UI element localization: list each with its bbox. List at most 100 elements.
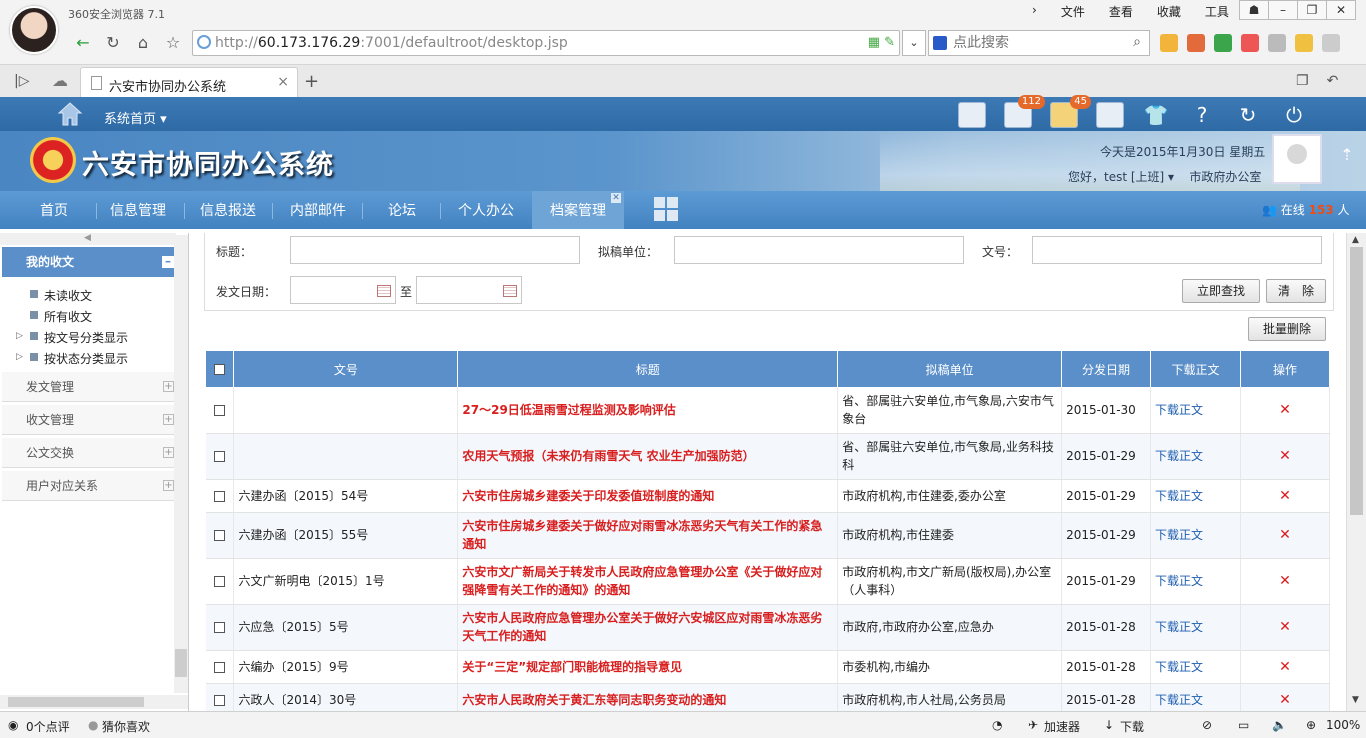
expand-arrow-icon[interactable]: ▷: [16, 331, 23, 341]
nav-personal-office[interactable]: 个人办公: [446, 191, 526, 229]
nav-info-report[interactable]: 信息报送: [190, 191, 266, 229]
menu-view[interactable]: 查看: [1097, 3, 1145, 20]
col-date[interactable]: 分发日期: [1061, 351, 1152, 387]
tab-active[interactable]: 六安市协同办公系统 ×: [80, 67, 298, 98]
row-checkbox[interactable]: [206, 604, 235, 651]
gift-icon[interactable]: [1187, 34, 1205, 52]
sidebar-group-incoming[interactable]: 收文管理 +: [2, 405, 176, 435]
sidebar-item-by-docno[interactable]: 按文号分类显示: [29, 329, 128, 346]
nav-info-management[interactable]: 信息管理: [100, 191, 176, 229]
delete-icon[interactable]: ✕: [1240, 433, 1330, 480]
status-accelerator[interactable]: 加速器: [1044, 718, 1080, 735]
menu-favorites[interactable]: 收藏: [1145, 3, 1193, 20]
expand-icon[interactable]: +: [163, 381, 174, 392]
sidebar-item-by-status[interactable]: 按状态分类显示: [29, 350, 128, 367]
sidebar-hscrollbar[interactable]: [0, 695, 188, 709]
col-unit[interactable]: 拟稿单位: [837, 351, 1063, 387]
delete-icon[interactable]: ✕: [1240, 387, 1330, 434]
shirt-icon[interactable]: 👕: [1142, 102, 1170, 128]
sidebar-toggle-icon[interactable]: |▷: [14, 73, 29, 89]
download-link[interactable]: 下载正文: [1150, 479, 1241, 513]
scroll-up-icon[interactable]: ▲: [1352, 235, 1359, 245]
row-checkbox[interactable]: [206, 650, 235, 684]
delete-icon[interactable]: ✕: [1240, 604, 1330, 651]
sidebar-item-all[interactable]: 所有收文: [29, 308, 92, 325]
home-icon[interactable]: ⌂: [130, 32, 156, 54]
search-engine-icon[interactable]: [933, 36, 947, 50]
expand-icon[interactable]: +: [163, 480, 174, 491]
cell-title-link[interactable]: 六安市住房城乡建委关于做好应对雨雪冰冻恶劣天气有关工作的紧急通知: [457, 512, 839, 559]
window-icon[interactable]: ▭: [1238, 718, 1249, 732]
main-scrollbar[interactable]: ▲ ▼: [1346, 233, 1366, 711]
delete-icon[interactable]: ✕: [1240, 558, 1330, 605]
menu-tools[interactable]: 工具: [1193, 3, 1241, 20]
table-row[interactable]: 六文广新明电〔2015〕1号 六安市文广新局关于转发市人民政府应急管理办公室《关…: [206, 558, 1330, 605]
table-row[interactable]: 六应急〔2015〕5号 六安市人民政府应急管理办公室关于做好六安城区应对雨雪冰冻…: [206, 604, 1330, 651]
sidebar-section-my-inbox[interactable]: 我的收文 –: [2, 247, 176, 277]
url-input[interactable]: http://60.173.176.29:7001/defaultroot/de…: [192, 30, 900, 56]
sidebar-item-unread[interactable]: 未读收文: [29, 287, 92, 304]
zoom-icon[interactable]: ⊕: [1306, 718, 1316, 732]
clean-icon[interactable]: ⊘: [1202, 718, 1212, 732]
cell-title-link[interactable]: 27～29日低温雨雪过程监测及影响评估: [457, 387, 839, 434]
cell-title-link[interactable]: 六安市人民政府应急管理办公室关于做好六安城区应对雨雪冰冻恶劣天气工作的通知: [457, 604, 839, 651]
system-home-menu[interactable]: 系统首页 ▾: [104, 108, 167, 127]
minimize-button[interactable]: –: [1268, 0, 1298, 20]
tab-list-icon[interactable]: ❐: [1296, 73, 1309, 89]
apps-grid-icon[interactable]: [654, 197, 678, 221]
cell-title-link[interactable]: 六安市文广新局关于转发市人民政府应急管理办公室《关于做好应对强降雪有关工作的通知…: [457, 558, 839, 605]
select-all-checkbox[interactable]: [206, 351, 235, 387]
user-avatar[interactable]: [10, 6, 58, 54]
folder-icon[interactable]: [1295, 34, 1313, 52]
delete-icon[interactable]: ✕: [1240, 512, 1330, 559]
back-arrow-icon[interactable]: ←: [70, 32, 96, 54]
status-comments[interactable]: 0个点评: [26, 718, 70, 735]
comment-icon[interactable]: ◉: [8, 718, 18, 732]
cell-title-link[interactable]: 六安市住房城乡建委关于印发委值班制度的通知: [457, 479, 839, 513]
status-download[interactable]: 下载: [1120, 718, 1144, 735]
cell-title-link[interactable]: 农用天气预报（未来仍有雨雪天气 农业生产加强防范）: [457, 433, 839, 480]
more-icon[interactable]: [1322, 34, 1340, 52]
speed-icon[interactable]: ◔: [992, 718, 1002, 732]
undo-close-icon[interactable]: ↶: [1327, 73, 1339, 89]
list-icon[interactable]: [1096, 102, 1124, 128]
unit-input[interactable]: [674, 236, 964, 264]
close-window-button[interactable]: ✕: [1326, 0, 1356, 20]
docno-input[interactable]: [1032, 236, 1322, 264]
close-tab-icon[interactable]: ×: [277, 74, 289, 90]
download-link[interactable]: 下载正文: [1150, 604, 1241, 651]
cloud-icon[interactable]: ☁: [52, 71, 68, 90]
table-row[interactable]: 六建办函〔2015〕55号 六安市住房城乡建委关于做好应对雨雪冰冻恶劣天气有关工…: [206, 512, 1330, 559]
user-status-dropdown[interactable]: 您好，test [上班]: [1068, 170, 1164, 184]
edit-note-icon[interactable]: [958, 102, 986, 128]
col-download[interactable]: 下载正文: [1150, 351, 1241, 387]
search-input[interactable]: [953, 34, 1123, 52]
download-link[interactable]: 下载正文: [1150, 433, 1241, 480]
qr-and-compat-icons[interactable]: ▦ ✎: [868, 35, 895, 50]
batch-delete-button[interactable]: 批量删除: [1248, 317, 1326, 341]
search-button[interactable]: 立即查找: [1182, 279, 1260, 303]
scroll-thumb[interactable]: [1350, 247, 1363, 515]
calendar-icon[interactable]: [377, 285, 391, 297]
row-checkbox[interactable]: [206, 512, 235, 559]
delete-icon[interactable]: ✕: [1240, 479, 1330, 513]
shield-icon[interactable]: [1214, 34, 1232, 52]
cell-title-link[interactable]: 关于“三定”规定部门职能梳理的指导意见: [457, 650, 839, 684]
accelerator-icon[interactable]: ✈: [1028, 718, 1038, 732]
clear-button[interactable]: 清 除: [1266, 279, 1326, 303]
status-recommend[interactable]: 猜你喜欢: [102, 718, 150, 735]
row-checkbox[interactable]: [206, 433, 235, 480]
status-zoom[interactable]: 100%: [1326, 718, 1360, 732]
delete-icon[interactable]: ✕: [1240, 650, 1330, 684]
documents-icon[interactable]: 112: [1004, 95, 1045, 128]
user-photo[interactable]: [1272, 134, 1322, 184]
maximize-button[interactable]: ❐: [1297, 0, 1327, 20]
row-checkbox[interactable]: [206, 479, 235, 513]
table-row[interactable]: 27～29日低温雨雪过程监测及影响评估 省、部属驻六安单位,市气象局,六安市气象…: [206, 387, 1330, 434]
volume-icon[interactable]: 🔈: [1272, 718, 1287, 732]
pdf-icon[interactable]: [1241, 34, 1259, 52]
scroll-thumb[interactable]: [8, 697, 144, 707]
new-tab-button[interactable]: +: [304, 71, 319, 92]
help-icon[interactable]: ?: [1188, 102, 1216, 128]
col-action[interactable]: 操作: [1240, 351, 1330, 387]
